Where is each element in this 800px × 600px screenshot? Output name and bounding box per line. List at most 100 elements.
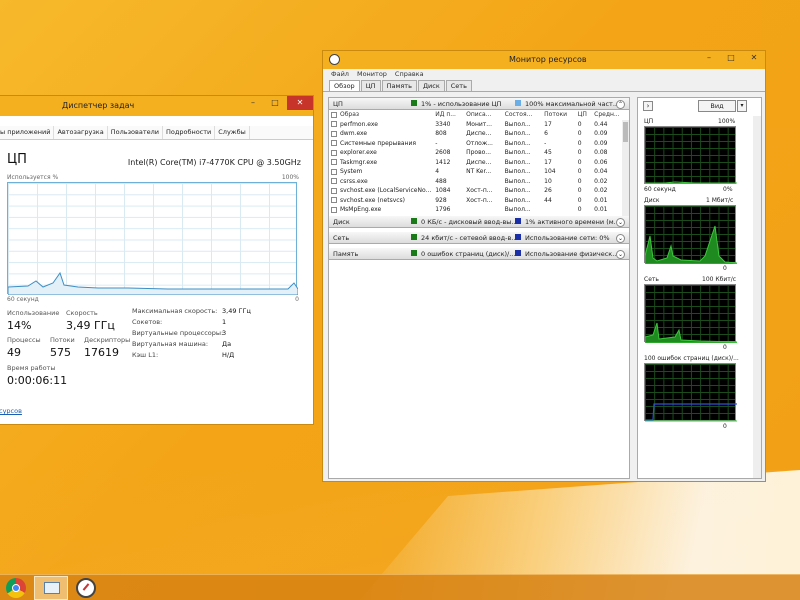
minimize-icon[interactable]: – (697, 51, 721, 65)
checkbox[interactable] (331, 197, 337, 204)
column-header[interactable]: ЦП (576, 110, 592, 120)
checkbox[interactable] (331, 168, 337, 175)
tab-cpu[interactable]: ЦП (360, 80, 381, 91)
graph-max: 100% (718, 118, 736, 125)
handles-value: 17619 (84, 346, 119, 359)
cpu-model: Intel(R) Core(TM) i7-4770K CPU @ 3.50GHz (127, 158, 301, 167)
scrollbar[interactable] (622, 120, 629, 216)
resource-monitor-titlebar[interactable]: Монитор ресурсов – □ ✕ (323, 51, 765, 69)
graph-footer-right: 0 (723, 423, 727, 430)
table-cell: 488 (435, 177, 447, 185)
view-button[interactable]: Вид (698, 100, 736, 112)
resource-monitor-taskbar-icon[interactable] (76, 578, 96, 598)
menu-help[interactable]: Справка (395, 70, 424, 79)
table-cell (464, 177, 503, 187)
table-row[interactable]: explorer.exe 2608 Прово... Выпол... 45 0 0.08 (329, 148, 629, 158)
column-header[interactable]: Описа... (464, 110, 503, 120)
tab-apps-history[interactable]: ы приложений (0, 126, 55, 139)
processes-label: Процессы (7, 336, 41, 344)
checkbox[interactable] (331, 206, 337, 213)
table-cell (542, 205, 576, 215)
task-manager-titlebar[interactable]: Диспетчер задач – □ ✕ (0, 96, 313, 116)
usage-value: 14% (7, 319, 32, 332)
table-cell: 0 (577, 187, 582, 195)
resource-monitor-window: Монитор ресурсов – □ ✕ Файл Монитор Спра… (322, 50, 766, 482)
column-header[interactable]: Образ (329, 110, 433, 120)
column-header[interactable]: ИД п... (433, 110, 464, 120)
close-icon[interactable]: ✕ (743, 51, 765, 65)
menu-file[interactable]: Файл (331, 70, 349, 79)
tab-disk[interactable]: Диск (417, 80, 445, 91)
chevron-down-icon[interactable]: ⌄ (616, 218, 625, 227)
minimize-icon[interactable]: – (241, 96, 265, 110)
task-manager-taskbar-button[interactable] (34, 576, 68, 600)
cpu-heading: ЦП (7, 152, 27, 167)
menu-monitor[interactable]: Монитор (357, 70, 387, 79)
chrome-icon[interactable] (6, 578, 26, 598)
table-cell: Выпол... (504, 187, 531, 195)
maximize-icon[interactable]: □ (719, 51, 743, 65)
table-cell: 4 (435, 168, 440, 176)
detail-value: 3,49 ГГц (222, 307, 251, 315)
column-header[interactable]: Состоя... (503, 110, 543, 120)
chevron-down-icon[interactable]: ▾ (737, 100, 747, 112)
section-stat: 0 ошибок страниц (диск)/... (421, 250, 516, 258)
table-cell: 6 (544, 130, 548, 138)
memory-section-header[interactable]: Память 0 ошибок страниц (диск)/... Испол… (329, 248, 629, 260)
column-header[interactable]: Потоки (542, 110, 576, 120)
graph-footer-right: 0 (723, 265, 727, 272)
section-title: Сеть (333, 234, 350, 242)
resource-monitor-icon (329, 54, 340, 65)
tab-overview[interactable]: Обзор (329, 80, 360, 91)
table-row[interactable]: svchost.exe (LocalServiceNo... 1084 Хост-п… (329, 186, 629, 196)
table-row[interactable]: perfmon.exe 3340 Монит... Выпол... 17 0 0.44 (329, 120, 629, 130)
table-row[interactable]: System 4 NT Ker... Выпол... 104 0 0.04 (329, 167, 629, 177)
tab-startup[interactable]: Автозагрузка (54, 126, 108, 139)
cpu-section-header[interactable]: ЦП 1% - использование ЦП 100% максимальн… (329, 98, 629, 110)
network-graph (644, 284, 737, 343)
table-row[interactable]: svchost.exe (netsvcs) 928 Хост-п... Выпол..… (329, 196, 629, 206)
table-row[interactable]: Системные прерывания - Отлож... Выпол... -0 0… (329, 139, 629, 149)
chevron-up-icon[interactable]: ⌃ (616, 100, 625, 109)
tab-users[interactable]: Пользователи (108, 126, 163, 139)
chevron-down-icon[interactable]: ⌄ (616, 250, 625, 259)
disk-section-header[interactable]: Диск 0 КБ/с - дисковый ввод-вы... 1% акт… (329, 216, 629, 228)
processes-value: 49 (7, 346, 21, 359)
collapse-panel-icon[interactable]: › (643, 101, 653, 111)
table-row[interactable]: dwm.exe 808 Диспе... Выпол... 6 0 0.09 (329, 129, 629, 139)
checkbox[interactable] (331, 187, 337, 194)
checkbox[interactable] (331, 149, 337, 156)
table-row[interactable]: MsMpEng.exe 1796 Выпол... 0 0.01 (329, 205, 629, 215)
checkbox[interactable] (331, 178, 337, 185)
column-header[interactable]: Средн... (592, 110, 629, 120)
table-cell: 928 (435, 196, 447, 204)
checkbox[interactable] (331, 140, 337, 147)
checkbox[interactable] (331, 111, 337, 118)
table-row[interactable]: Taskmgr.exe 1412 Диспе... Выпол... 17 0 0.06 (329, 158, 629, 168)
legend-swatch (411, 100, 417, 106)
process-name-cell: MsMpEng.exe (329, 205, 433, 215)
checkbox[interactable] (331, 130, 337, 137)
table-cell: 104 (544, 168, 556, 176)
legend-swatch (515, 218, 521, 224)
chevron-down-icon[interactable]: ⌄ (616, 234, 625, 243)
maximize-icon[interactable]: □ (263, 96, 287, 110)
min-label: 0 (295, 296, 299, 303)
checkbox[interactable] (331, 121, 337, 128)
table-cell: Монит... (466, 120, 492, 128)
network-section-header[interactable]: Сеть 24 кбит/с - сетевой ввод-в... Испол… (329, 232, 629, 244)
open-resource-monitor-link[interactable]: сурсов (0, 407, 22, 415)
table-cell: 1796 (435, 206, 451, 214)
checkbox[interactable] (331, 159, 337, 166)
scrollbar[interactable] (753, 116, 761, 478)
tab-network[interactable]: Сеть (445, 80, 472, 91)
close-icon[interactable]: ✕ (287, 96, 313, 110)
tab-details[interactable]: Подробности (163, 126, 216, 139)
table-cell: 0 (577, 120, 582, 128)
tab-memory[interactable]: Память (381, 80, 417, 91)
table-row[interactable]: csrss.exe 488 Выпол... 10 0 0.02 (329, 177, 629, 187)
table-cell: 0 (577, 177, 582, 185)
graph-title: Сеть (644, 276, 659, 283)
tab-services[interactable]: Службы (215, 126, 250, 139)
process-name-cell: Системные прерывания (329, 139, 433, 149)
